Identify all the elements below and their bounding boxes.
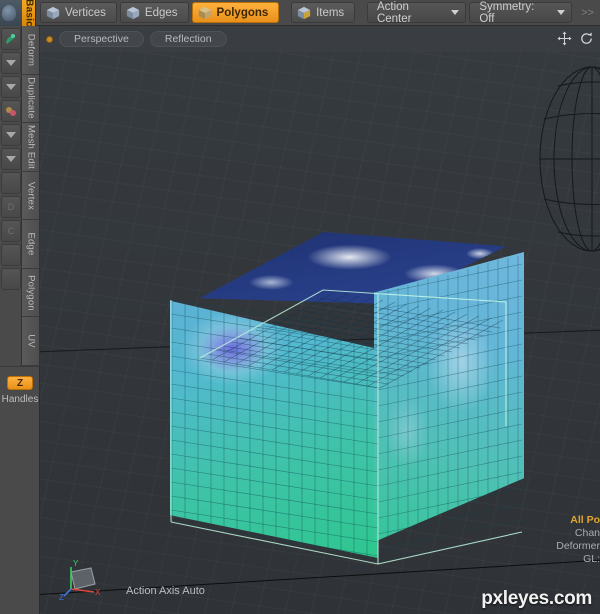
toolbar-overflow-button[interactable]: >> <box>575 2 600 23</box>
svg-text:X: X <box>95 588 101 597</box>
cube-icon <box>198 6 211 19</box>
sidebar-item-edge[interactable]: Edge <box>22 220 39 269</box>
action-axis-status: Action Axis Auto <box>126 585 205 597</box>
axis-gizmo-icon: Y X Z <box>59 559 101 602</box>
sidebar-tab-basic[interactable]: Basic <box>22 0 36 26</box>
chevron-down-icon <box>6 84 16 90</box>
sidebar-item-mesh-edit-label: Mesh Edit <box>25 124 36 169</box>
handles-label: Handles <box>1 394 39 405</box>
cube-face-right[interactable] <box>374 252 524 542</box>
sidebar-item-polygon-label: Polygon <box>25 274 36 311</box>
rail-item-dropdown-2[interactable] <box>1 76 21 98</box>
cube-icon <box>46 6 60 19</box>
toolbar-left-stub-icon <box>0 0 22 26</box>
action-center-dropdown[interactable]: Action Center <box>366 0 467 25</box>
rail-item-blank-3[interactable] <box>1 268 21 290</box>
rail-item-c-toggle[interactable]: C <box>1 220 21 242</box>
viewport-3d[interactable]: Perspective Reflection Y X Z Action Axis… <box>40 26 600 614</box>
symmetry-label: Symmetry: Off <box>479 0 535 25</box>
sidebar-lower-panel: Z Handles <box>0 366 40 614</box>
viewport-tab-perspective[interactable]: Perspective <box>59 31 144 47</box>
rail-item-c-label: C <box>7 226 15 236</box>
sidebar-tab-basic-label: Basic <box>23 0 34 27</box>
action-center-label: Action Center <box>376 0 412 25</box>
tab-edges-label: Edges <box>144 6 178 19</box>
rail-item-blank-2[interactable] <box>1 244 21 266</box>
viewport-tab-reflection[interactable]: Reflection <box>149 31 227 47</box>
cube-mesh-object[interactable] <box>150 232 530 572</box>
rail-item-dropdown-4[interactable] <box>1 148 21 170</box>
axis-gizmo: Y X Z <box>58 558 114 604</box>
info-line-gl: GL: <box>583 553 600 565</box>
viewport-header: Perspective Reflection <box>40 26 600 52</box>
viewport-info-stack: All Po Chan Deformer GL: <box>556 514 600 566</box>
cube-face-left[interactable] <box>170 300 378 558</box>
viewport-scene: Y X Z Action Axis Auto All Po Chan Defor… <box>40 52 600 614</box>
viewport-tool-group <box>557 31 594 46</box>
svg-text:Z: Z <box>59 593 64 602</box>
tab-items-label: Items <box>316 6 345 19</box>
watermark-pxleyes: pxleyes.com <box>481 588 592 609</box>
chevron-down-icon <box>6 156 16 162</box>
symmetry-dropdown[interactable]: Symmetry: Off <box>469 0 573 25</box>
sidebar-item-uv[interactable]: UV <box>22 317 39 367</box>
cube-icon <box>297 6 311 19</box>
rotate-icon[interactable] <box>579 31 594 46</box>
wireframe-globe-icon <box>539 66 600 252</box>
svg-text:Y: Y <box>73 559 79 568</box>
rail-item-dropdown-1[interactable] <box>1 52 21 74</box>
rail-item-duplicate-tool[interactable] <box>1 100 21 122</box>
tab-vertices[interactable]: Vertices <box>40 2 117 23</box>
tab-items[interactable]: Items <box>291 2 356 23</box>
top-toolbar: Basic Vertices Edges Polygons Items Acti… <box>0 0 600 26</box>
info-line-channels: Chan <box>574 527 600 539</box>
tab-polygons[interactable]: Polygons <box>191 2 280 23</box>
sidebar-item-polygon[interactable]: Polygon <box>22 268 39 318</box>
wireframe-globe-object[interactable] <box>530 64 600 254</box>
info-line-all-polygons: All Po <box>570 514 600 526</box>
chevron-down-icon <box>6 132 16 138</box>
mode-tab-group: Vertices Edges Polygons Items Action Cen… <box>36 0 600 25</box>
rail-item-dropdown-3[interactable] <box>1 124 21 146</box>
sidebar-item-deform[interactable]: Deform <box>22 26 39 75</box>
rail-item-deform-tool[interactable] <box>1 28 21 50</box>
chevron-down-icon <box>557 10 566 15</box>
tab-vertices-label: Vertices <box>65 6 106 19</box>
sidebar-item-edge-label: Edge <box>25 232 36 256</box>
tab-edges[interactable]: Edges <box>119 2 189 23</box>
sidebar-item-uv-label: UV <box>25 334 36 349</box>
info-line-deformers: Deformer <box>556 540 600 552</box>
sidebar-item-mesh-edit[interactable]: Mesh Edit <box>22 123 39 172</box>
chevron-down-icon <box>451 10 460 15</box>
viewport-indicator-dot <box>46 35 53 43</box>
sidebar-item-vertex[interactable]: Vertex <box>22 171 39 221</box>
rail-item-d-toggle[interactable]: D <box>1 196 21 218</box>
vertical-tab-group: Deform Duplicate Mesh Edit Vertex Edge P… <box>22 26 40 367</box>
sidebar-item-duplicate-label: Duplicate <box>25 77 36 120</box>
move-icon[interactable] <box>557 31 572 46</box>
tab-polygons-label: Polygons <box>216 6 269 19</box>
axis-z-button[interactable]: Z <box>7 376 33 390</box>
deform-swirl-icon <box>6 34 15 44</box>
sidebar-item-deform-label: Deform <box>25 33 36 66</box>
rail-item-blank-1[interactable] <box>1 172 21 194</box>
rail-item-d-label: D <box>7 202 15 212</box>
sidebar-item-vertex-label: Vertex <box>25 181 36 210</box>
app-root: Basic Vertices Edges Polygons Items Acti… <box>0 0 600 614</box>
cube-icon <box>126 6 140 19</box>
duplicate-icon <box>6 107 16 116</box>
chevron-down-icon <box>6 60 16 66</box>
sidebar-item-duplicate[interactable]: Duplicate <box>22 74 39 124</box>
